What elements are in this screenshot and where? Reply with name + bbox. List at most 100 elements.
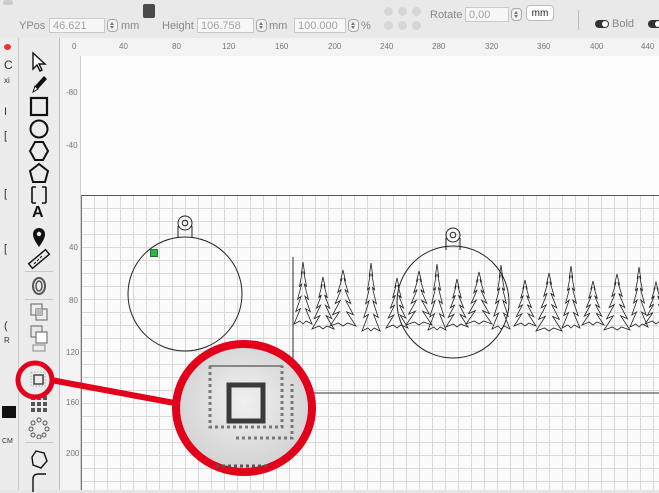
top-toolbar: YPos 46.621 mm Height 106.758 mm 100.000… — [0, 0, 659, 39]
pine-tree — [535, 272, 563, 332]
anchor-dot[interactable] — [412, 21, 421, 30]
node-edit-icon[interactable] — [24, 448, 54, 470]
ruler-tick-label: 40 — [69, 243, 78, 252]
offset-icon[interactable] — [24, 275, 54, 297]
rotate-input[interactable]: 0,00 — [465, 7, 509, 22]
boolean-intersect-icon[interactable] — [24, 344, 54, 366]
text-icon[interactable]: A — [24, 204, 54, 226]
bold-label: Bold — [612, 18, 635, 30]
pencil-icon[interactable] — [24, 73, 54, 95]
panel-fragment: xi — [4, 76, 10, 85]
ruler-icon[interactable] — [24, 248, 54, 270]
panel-fragment: I — [4, 106, 8, 118]
anchor-dot[interactable] — [398, 7, 407, 16]
origin-marker[interactable] — [150, 249, 158, 257]
ellipse-icon[interactable] — [24, 118, 54, 140]
circular-array-icon[interactable] — [24, 417, 54, 439]
panel-fragment: [ — [4, 130, 8, 142]
bracket-icon[interactable] — [24, 184, 54, 206]
select-arrow-icon[interactable] — [24, 50, 54, 72]
boolean-union-icon[interactable] — [24, 302, 54, 324]
pine-tree — [561, 265, 581, 329]
horizontal-ruler: 0 40 80 120 160 200 240 280 320 360 400 … — [60, 38, 659, 57]
ruler-tick-label: 240 — [380, 42, 394, 51]
lock-ratio-icon[interactable] — [143, 4, 155, 18]
boolean-subtract-icon[interactable] — [24, 324, 54, 346]
anchor-dot[interactable] — [384, 21, 393, 30]
pine-tree — [361, 262, 381, 332]
polygon-icon[interactable] — [24, 140, 54, 162]
ruler-tick-label: 200 — [328, 42, 342, 51]
anchor-dot[interactable] — [412, 7, 421, 16]
height-input[interactable]: 106.758 — [197, 18, 254, 33]
ornament-shape[interactable] — [127, 215, 243, 352]
pine-tree — [329, 269, 357, 327]
ruler-tick-label: -40 — [66, 141, 78, 150]
pine-tree — [580, 280, 606, 326]
units-button[interactable]: mm — [526, 5, 554, 21]
tree-silhouettes[interactable] — [293, 261, 659, 332]
pine-tree — [491, 264, 511, 330]
ruler-tick-label: 80 — [69, 296, 78, 305]
ruler-tick-label: 120 — [222, 42, 236, 51]
panel-fragment: R — [4, 336, 10, 345]
side-panel-edge: C xi I [ [ [ ( R CM — [0, 38, 19, 490]
pine-tree — [512, 279, 538, 327]
ypos-unit: mm — [121, 20, 140, 32]
pine-tree — [427, 263, 447, 331]
rotate-stepper[interactable] — [511, 8, 522, 21]
tool-palette: A — [19, 38, 60, 492]
ypos-input[interactable]: 46.621 — [49, 18, 105, 33]
ypos-stepper[interactable] — [107, 19, 118, 32]
height-unit: mm — [269, 20, 288, 32]
toolbar-divider — [578, 10, 579, 30]
ruler-tick-label: 120 — [66, 348, 80, 357]
offset-shapes-icon[interactable] — [24, 369, 54, 391]
ruler-tick-label: 40 — [119, 42, 128, 51]
panel-fragment: [ — [4, 243, 8, 255]
vertical-ruler: -80 -40 40 80 120 160 200 — [60, 56, 81, 490]
scale-input[interactable]: 100.000 — [294, 18, 346, 33]
close-dot-icon[interactable] — [4, 44, 11, 50]
ypos-label: YPos — [19, 20, 46, 32]
pin-icon[interactable] — [24, 226, 54, 248]
height-label: Height — [162, 20, 194, 32]
ruler-tick-label: 80 — [172, 42, 181, 51]
pine-tree — [603, 273, 631, 331]
anchor-dot[interactable] — [384, 7, 393, 16]
design-canvas[interactable] — [81, 56, 659, 490]
anchor-dot[interactable] — [398, 21, 407, 30]
pine-tree — [311, 276, 335, 330]
ruler-tick-label: 200 — [66, 449, 80, 458]
ruler-tick-label: 320 — [485, 42, 499, 51]
scale-stepper[interactable] — [348, 19, 359, 32]
text-tool-label: A — [32, 204, 44, 221]
pine-tree — [643, 280, 659, 325]
ruler-tick-label: 280 — [432, 42, 446, 51]
bold-toggle[interactable] — [595, 20, 609, 28]
ruler-tick-label: -80 — [66, 88, 78, 97]
ruler-tick-label: 160 — [66, 398, 80, 407]
design-shapes[interactable] — [81, 56, 659, 490]
pine-tree — [404, 270, 434, 326]
pine-tree — [293, 261, 313, 325]
toolbar-handle — [3, 0, 13, 5]
pentagon-icon[interactable] — [24, 162, 54, 184]
palette-divider — [25, 442, 53, 443]
palette-divider — [25, 271, 53, 272]
panel-fragment: CM — [2, 438, 13, 445]
palette-divider — [25, 299, 53, 300]
ruler-tick-label: 440 — [641, 42, 655, 51]
panel-fragment: ( — [4, 320, 8, 332]
pine-tree — [629, 266, 649, 328]
panel-fragment: C — [4, 58, 13, 72]
grid-array-icon[interactable] — [24, 394, 54, 416]
scale-unit: % — [361, 20, 371, 32]
italic-toggle[interactable] — [648, 20, 659, 28]
height-stepper[interactable] — [256, 19, 267, 32]
ruler-tick-label: 0 — [72, 42, 77, 51]
rectangle-icon[interactable] — [24, 96, 54, 118]
panel-fragment: [ — [4, 188, 8, 200]
ruler-tick-label: 160 — [275, 42, 289, 51]
ruler-tick-label: 360 — [537, 42, 551, 51]
